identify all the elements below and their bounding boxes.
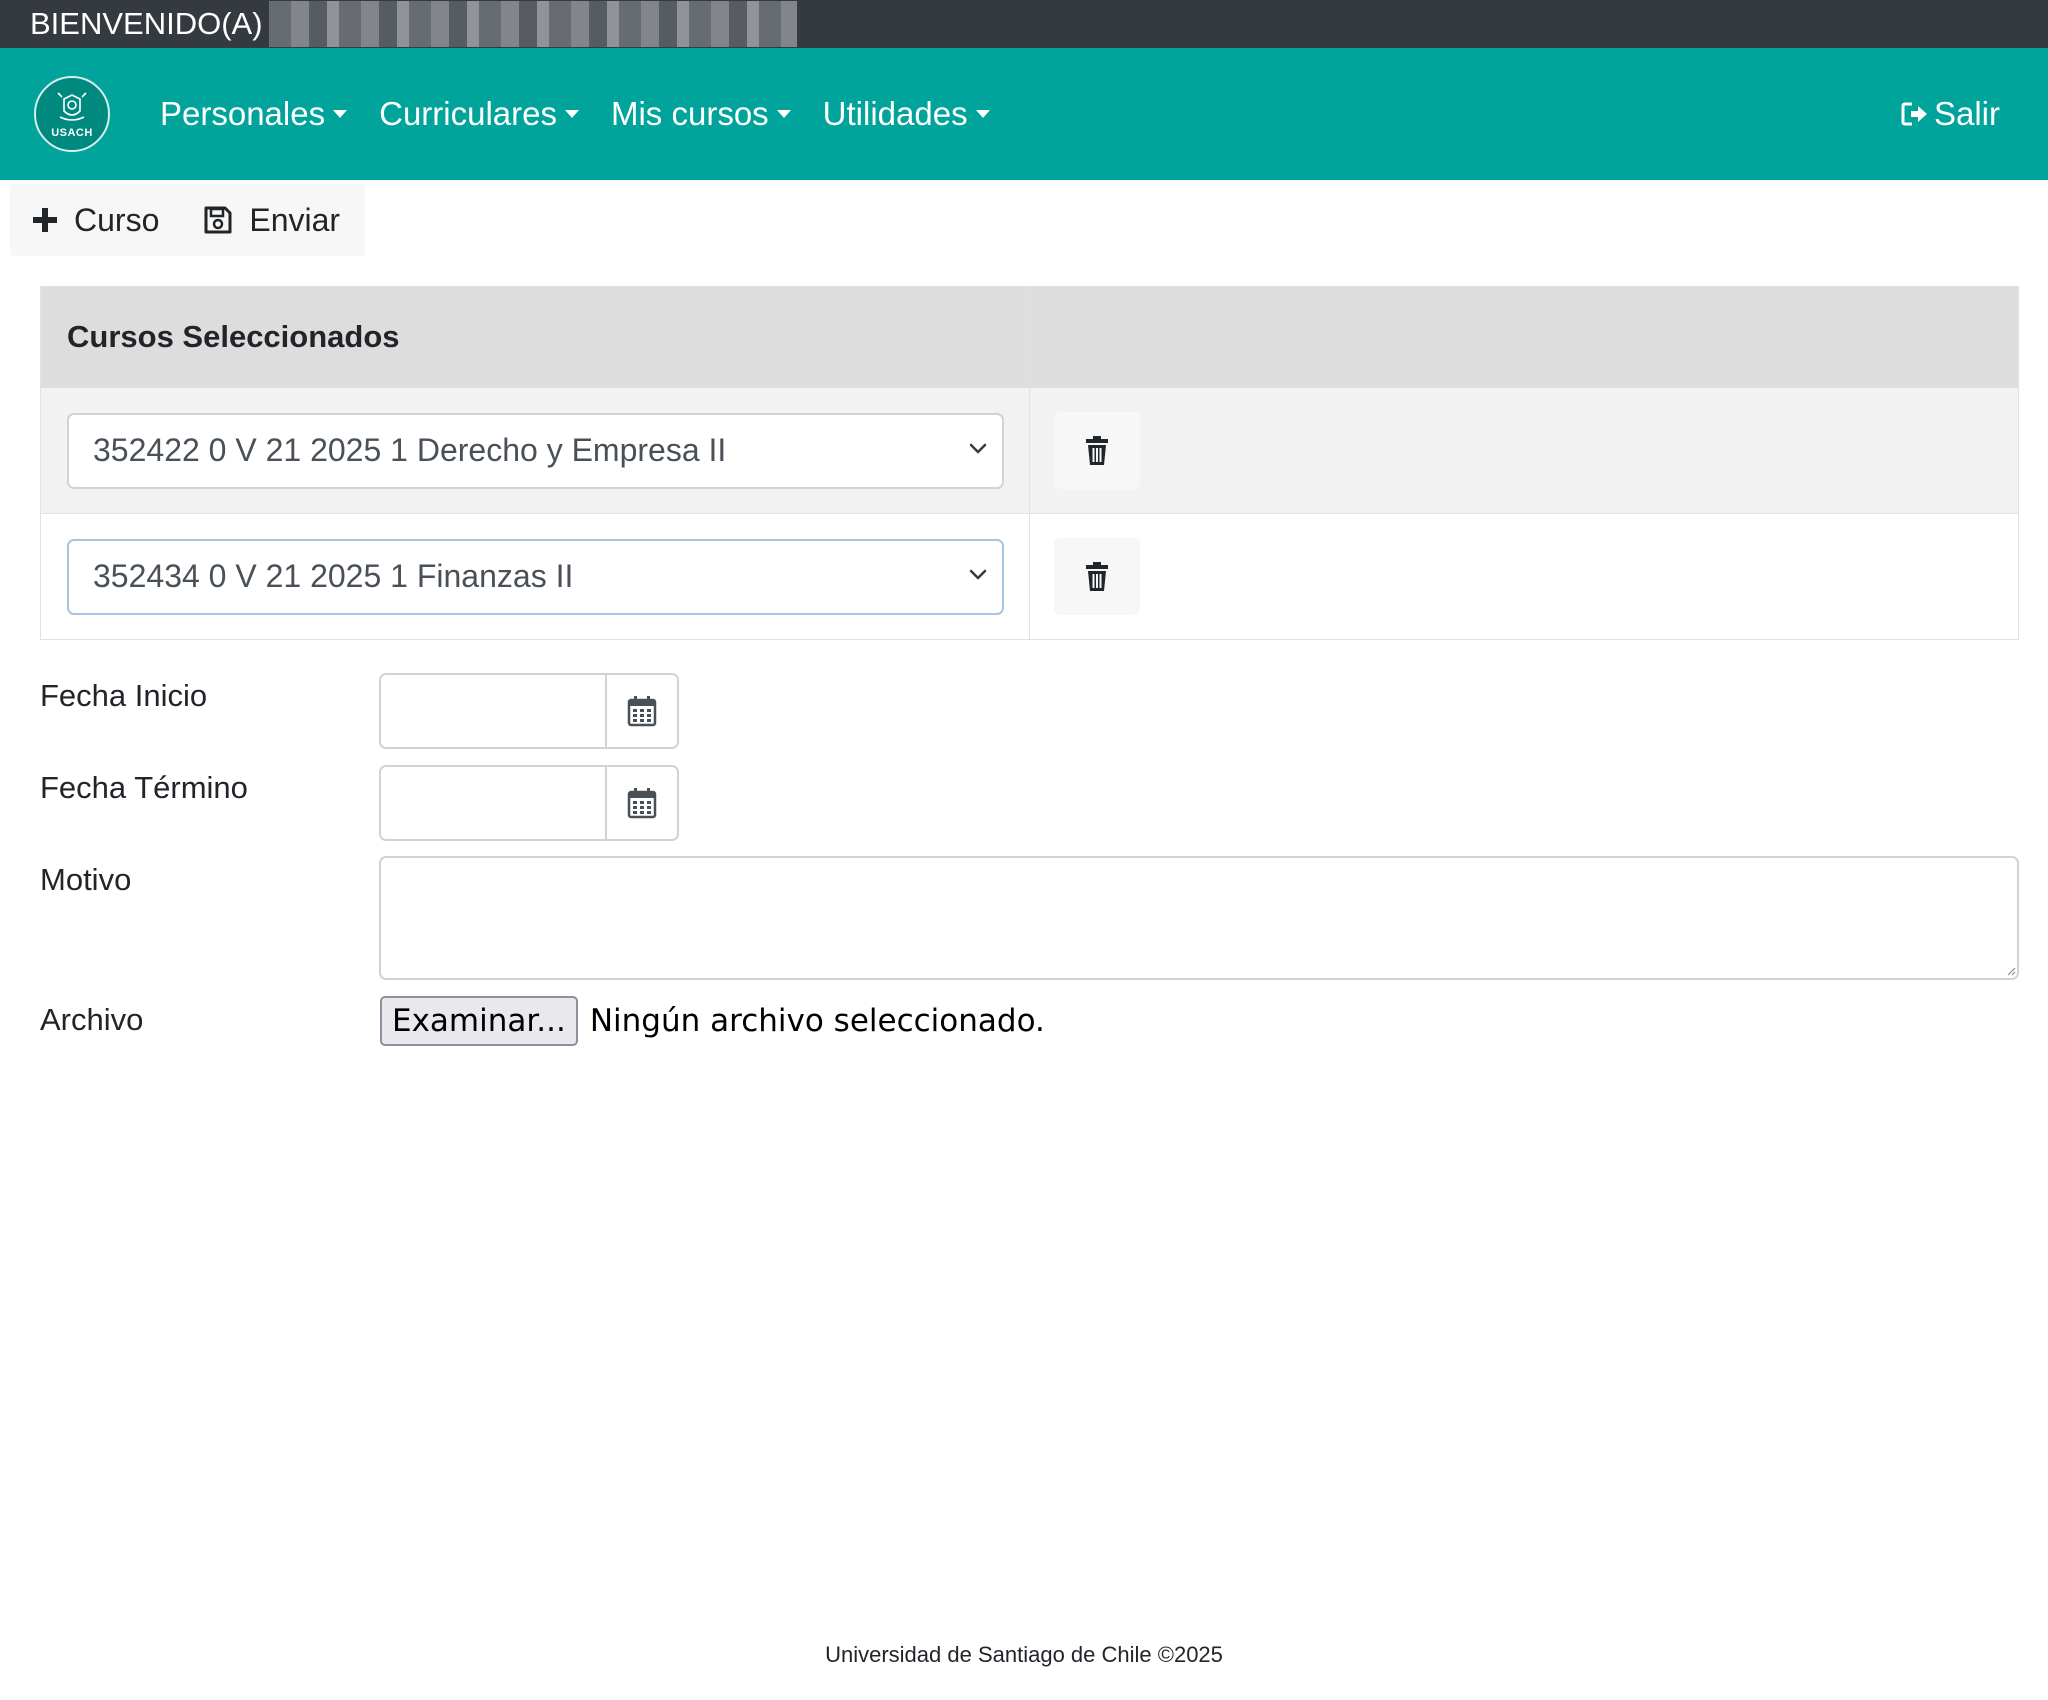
welcome-bar: BIENVENIDO(A) (0, 0, 2048, 48)
delete-course-button[interactable] (1054, 538, 1140, 615)
browse-file-button[interactable]: Examinar... (380, 996, 578, 1046)
main-navbar: USACH Personales Curriculares Mis cursos… (0, 48, 2048, 180)
add-course-button[interactable]: Curso (32, 202, 159, 239)
caret-down-icon (564, 110, 579, 118)
selected-courses-table: Cursos Seleccionados 352422 0 V 21 2025 … (40, 286, 2019, 640)
fecha-inicio-calendar-button[interactable] (605, 675, 677, 747)
crest-icon (57, 92, 87, 121)
logout-link[interactable]: Salir (1900, 48, 2000, 180)
caret-down-icon (333, 110, 348, 118)
file-upload: Examinar... Ningún archivo seleccionado. (380, 996, 1045, 1046)
fecha-termino-calendar-button[interactable] (605, 767, 677, 839)
nav-item-utilidades[interactable]: Utilidades (823, 95, 990, 133)
caret-down-icon (975, 110, 990, 118)
nav-item-label: Curriculares (379, 95, 557, 132)
footer-text: Universidad de Santiago de Chile ©2025 (825, 1642, 1223, 1667)
table-header-row: Cursos Seleccionados (40, 286, 2019, 388)
course-cell: 352434 0 V 21 2025 1 Finanzas II (40, 513, 1030, 640)
calendar-icon (627, 788, 657, 819)
plus-icon (33, 208, 57, 232)
redacted-user-name (268, 0, 797, 47)
action-toolbar: Curso Enviar (10, 184, 365, 256)
send-button[interactable]: Enviar (203, 202, 340, 239)
table-row: 352422 0 V 21 2025 1 Derecho y Empresa I… (40, 387, 2019, 514)
fecha-inicio-group (379, 673, 679, 749)
table-header: Cursos Seleccionados (40, 286, 1030, 388)
motivo-textarea[interactable] (379, 856, 2019, 980)
fecha-termino-label: Fecha Término (40, 770, 248, 805)
course-select-value: 352434 0 V 21 2025 1 Finanzas II (93, 558, 574, 594)
nav-item-label: Utilidades (822, 95, 968, 132)
send-label: Enviar (249, 201, 341, 238)
course-select[interactable]: 352422 0 V 21 2025 1 Derecho y Empresa I… (67, 412, 1004, 489)
welcome-text: BIENVENIDO(A) (30, 6, 263, 41)
nav-menu: Personales Curriculares Mis cursos Utili… (160, 48, 1022, 180)
nav-item-label: Mis cursos (610, 95, 769, 132)
file-status-text: Ningún archivo seleccionado. (589, 1003, 1045, 1039)
fecha-inicio-input[interactable] (381, 675, 605, 747)
chevron-down-icon (969, 569, 987, 579)
nav-item-curriculares[interactable]: Curriculares (379, 95, 579, 133)
usach-logo[interactable]: USACH (34, 76, 110, 152)
table-header-empty (1029, 286, 2019, 388)
course-select[interactable]: 352434 0 V 21 2025 1 Finanzas II (67, 538, 1004, 615)
action-cell (1029, 387, 2019, 514)
trash-icon (1086, 435, 1108, 465)
resize-grip-icon[interactable] (2006, 966, 2016, 976)
course-select-value: 352422 0 V 21 2025 1 Derecho y Empresa I… (93, 432, 727, 468)
motivo-label: Motivo (40, 862, 132, 897)
fecha-termino-input[interactable] (381, 767, 605, 839)
fecha-inicio-label: Fecha Inicio (40, 678, 208, 713)
nav-item-mis-cursos[interactable]: Mis cursos (611, 95, 791, 133)
calendar-icon (627, 696, 657, 727)
nav-item-label: Personales (160, 95, 326, 132)
save-icon (204, 206, 232, 234)
sign-out-icon (1901, 102, 1927, 126)
course-cell: 352422 0 V 21 2025 1 Derecho y Empresa I… (40, 387, 1030, 514)
add-course-label: Curso (74, 201, 160, 238)
nav-item-personales[interactable]: Personales (160, 95, 348, 133)
table-row: 352434 0 V 21 2025 1 Finanzas II (40, 513, 2019, 640)
logo-text: USACH (51, 127, 93, 139)
archivo-label: Archivo (40, 1002, 144, 1037)
delete-course-button[interactable] (1054, 412, 1140, 489)
action-cell (1029, 513, 2019, 640)
trash-icon (1086, 561, 1108, 591)
logout-label: Salir (1933, 95, 2000, 132)
chevron-down-icon (969, 443, 987, 453)
fecha-termino-group (379, 765, 679, 841)
caret-down-icon (776, 110, 791, 118)
